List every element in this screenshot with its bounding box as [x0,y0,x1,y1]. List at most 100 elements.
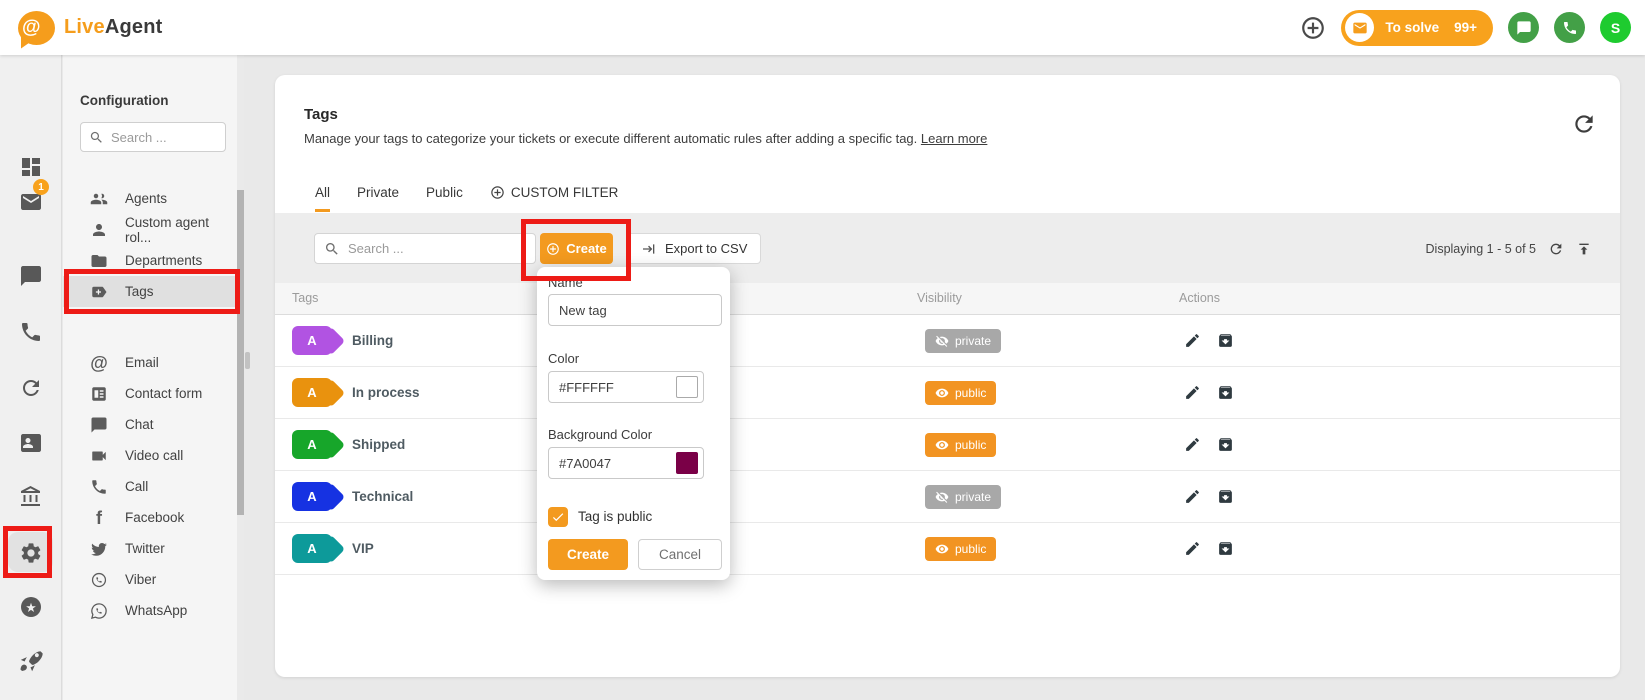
archive-icon[interactable] [1217,488,1234,505]
person-icon [90,221,108,239]
rail-item-contact-card[interactable] [0,431,62,455]
phone-icon [19,320,43,344]
row-actions [1184,540,1234,557]
edit-icon[interactable] [1184,384,1201,401]
icon-rail: 1 [0,55,62,700]
panel-resize-handle[interactable] [245,352,250,369]
export-csv-button[interactable]: Export to CSV [627,233,761,264]
create-tag-dialog: Name Color Background Color Tag is publi… [537,267,730,580]
edit-icon[interactable] [1184,488,1201,505]
sidebar-item-video-call[interactable]: Video call [63,440,239,471]
config-search-box[interactable] [80,122,226,152]
color-label: Color [548,351,579,366]
eye-icon [935,438,949,452]
table-search-input[interactable] [348,241,526,256]
archive-icon[interactable] [1217,540,1234,557]
sidebar-item-chat[interactable]: Chat [63,409,239,440]
row-actions [1184,436,1234,453]
table-search-box[interactable] [314,233,536,264]
sidebar-item-departments[interactable]: Departments [63,245,239,276]
archive-icon[interactable] [1217,384,1234,401]
edit-icon[interactable] [1184,332,1201,349]
config-search-input[interactable] [111,130,217,145]
sidebar-item-label: Agents [125,191,167,206]
sidebar-item-call[interactable]: Call [63,471,239,502]
whatsapp-icon [90,602,108,620]
rail-item-chat[interactable] [0,264,62,288]
sidebar-item-contact-form[interactable]: Contact form [63,378,239,409]
gear-icon [19,541,43,565]
edit-icon[interactable] [1184,540,1201,557]
toolbar: Create Export to CSV Displaying 1 - 5 of… [275,213,1620,283]
logo-bubble-icon: @ [18,11,55,45]
add-new-icon[interactable] [1300,15,1326,41]
sidebar-item-whatsapp[interactable]: WhatsApp [63,595,239,626]
table-row: AVIPpublic [275,523,1620,575]
sidebar-item-agents[interactable]: Agents [63,183,239,214]
edit-icon[interactable] [1184,436,1201,453]
export-arrow-icon [641,241,657,257]
column-tags: Tags [292,291,318,305]
learn-more-link[interactable]: Learn more [921,131,987,146]
sidebar-item-label: Call [125,479,148,494]
tab-all[interactable]: All [315,185,330,212]
create-button[interactable]: Create [540,233,613,264]
tab-public[interactable]: Public [426,185,463,212]
user-avatar[interactable]: S [1600,12,1631,43]
sidebar-item-viber[interactable]: Viber [63,564,239,595]
to-solve-button[interactable]: To solve 99+ [1341,10,1493,46]
tag-chip: A [292,482,332,511]
table-row: A Shipped public [275,419,1620,471]
rail-item-bank[interactable] [0,485,62,509]
rail-item-mail[interactable] [0,190,62,214]
rail-item-phone[interactable] [0,320,62,344]
visibility-badge: public [925,433,996,457]
sidebar-item-label: Chat [125,417,154,432]
pagination-info: Displaying 1 - 5 of 5 [1426,233,1592,264]
tag-name: Shipped [352,437,405,452]
panel-scrollbar-thumb[interactable] [237,190,244,515]
sidebar-item-email[interactable]: @Email [63,347,239,378]
rocket-icon [19,649,43,673]
rail-item-star-circle[interactable] [0,595,62,619]
background-color-swatch[interactable] [676,452,698,474]
archive-icon[interactable] [1217,436,1234,453]
page-description: Manage your tags to categorize your tick… [304,131,987,146]
panel-title: Configuration [80,93,168,108]
videocam-icon [90,447,108,465]
tag-chip: A [292,430,332,459]
sidebar-item-label: Tags [125,284,154,299]
background-color-field [548,447,704,479]
scroll-to-top-icon[interactable] [1576,241,1592,257]
rail-item-rocket[interactable] [0,649,62,673]
call-button[interactable] [1554,12,1585,43]
tag-name-input[interactable] [549,295,721,325]
tab-custom-filter[interactable]: CUSTOM FILTER [490,185,619,212]
sidebar-item-custom-agent-rol[interactable]: Custom agent rol... [63,214,239,245]
tags-table-body: ABillingprivateAIn processpublicAShipped… [275,315,1620,575]
sidebar-item-label: Twitter [125,541,165,556]
sidebar-item-label: Departments [125,253,202,268]
mail-badge: 1 [33,179,49,195]
rail-item-dashboard[interactable] [0,155,62,179]
refresh-icon[interactable] [1548,241,1564,257]
color-swatch[interactable] [676,376,698,398]
sidebar-item-tags[interactable]: Tags [63,276,239,307]
rail-item-gear[interactable] [0,541,62,565]
chat-button[interactable] [1508,12,1539,43]
tag-icon [90,283,108,301]
visibility-badge: public [925,537,996,561]
sidebar-item-label: Contact form [125,386,202,401]
app-header: @ LiveAgent To solve 99+ S [0,0,1645,55]
archive-icon[interactable] [1217,332,1234,349]
dialog-create-button[interactable]: Create [548,539,628,570]
chat-icon [1516,20,1532,36]
refresh-icon[interactable] [1571,111,1597,137]
tag-name-field [548,294,722,326]
tag-is-public-checkbox[interactable] [548,507,568,527]
rail-item-refresh[interactable] [0,376,62,400]
sidebar-item-twitter[interactable]: Twitter [63,533,239,564]
sidebar-item-facebook[interactable]: fFacebook [63,502,239,533]
dialog-cancel-button[interactable]: Cancel [638,539,722,570]
tab-private[interactable]: Private [357,185,399,212]
